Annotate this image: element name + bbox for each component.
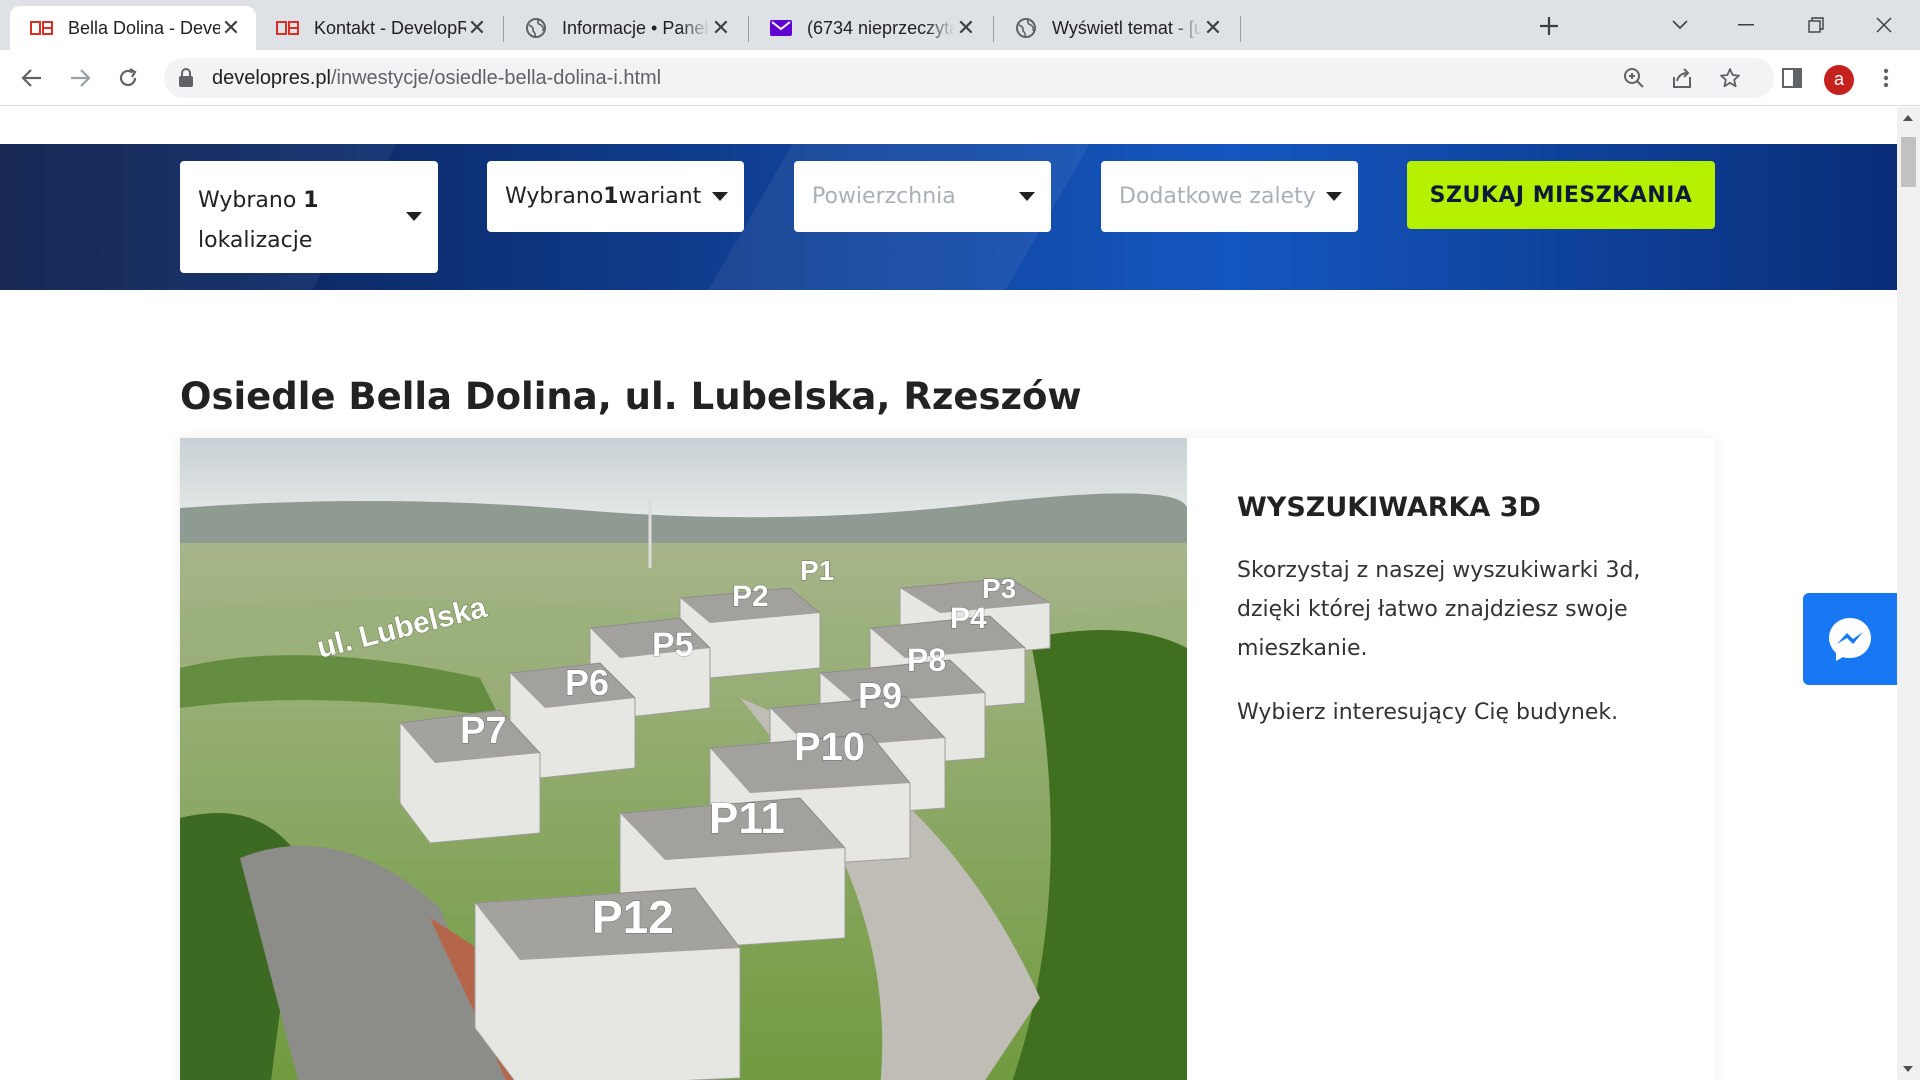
side-panel-icon [1782, 68, 1802, 88]
building-label-p12[interactable]: P12 [592, 891, 675, 944]
close-window-button[interactable] [1864, 8, 1904, 42]
building-label-p7[interactable]: P7 [460, 710, 507, 753]
tab-title: Informacje • Panel zarząd [562, 17, 710, 38]
building-label-p9[interactable]: P9 [858, 675, 903, 717]
chevron-down-icon [1672, 20, 1688, 30]
plus-icon [1540, 17, 1558, 35]
tab-separator [1240, 16, 1241, 42]
area-dropdown[interactable]: Powierzchnia [794, 161, 1051, 232]
share-icon[interactable] [1670, 66, 1694, 90]
browser-menu-button[interactable] [1872, 64, 1900, 92]
browser-toolbar: developres.pl/inwestycje/osiedle-bella-d… [0, 50, 1920, 106]
reload-icon [119, 68, 137, 87]
caret-down-icon [712, 192, 728, 201]
building-label-p2[interactable]: P2 [732, 580, 770, 614]
location-prefix: Wybrano [198, 188, 304, 213]
tab-wyswietl-temat[interactable]: Wyświetl temat - [ul. Lube ✕ [994, 6, 1238, 50]
tab-bella-dolina[interactable]: Bella Dolina - DevelopRes ✕ [10, 6, 256, 50]
scrollbar-thumb[interactable] [1901, 137, 1916, 187]
restore-icon [1808, 17, 1824, 33]
page-title: Osiedle Bella Dolina, ul. Lubelska, Rzes… [180, 375, 1082, 418]
developres-logo-icon [30, 16, 54, 40]
mail-icon [769, 16, 793, 40]
tab-title: (6734 nieprzeczytanych) - [807, 17, 955, 38]
profile-avatar[interactable]: a [1824, 65, 1854, 95]
variant-prefix: Wybrano [505, 184, 604, 209]
area-placeholder: Powierzchnia [812, 184, 956, 209]
url-path: /inwestycje/osiedle-bella-dolina-i.html [330, 67, 662, 89]
more-vertical-icon [1883, 68, 1889, 88]
search-3d-heading: WYSZUKIWARKA 3D [1237, 492, 1541, 523]
caret-down-icon [1019, 192, 1035, 201]
search-3d-instruction: Wybierz interesujący Cię budynek. [1237, 700, 1619, 725]
apartment-search-bar: Wybrano 1 lokalizacje Wybrano 1 wariant … [0, 144, 1897, 290]
tab-title: Wyświetl temat - [ul. Lube [1052, 17, 1202, 38]
tab-close-icon[interactable]: ✕ [466, 17, 488, 39]
tab-title: Bella Dolina - DevelopRes [68, 17, 220, 38]
messenger-chat-button[interactable] [1803, 593, 1897, 685]
building-label-p4[interactable]: P4 [950, 602, 988, 636]
extras-placeholder: Dodatkowe zalety [1119, 184, 1316, 209]
restore-button[interactable] [1796, 8, 1836, 42]
tab-title: Kontakt - DevelopRes [314, 17, 466, 38]
extras-dropdown[interactable]: Dodatkowe zalety [1101, 161, 1358, 232]
tab-mail[interactable]: (6734 nieprzeczytanych) - ✕ [749, 6, 991, 50]
search-apartments-button[interactable]: SZUKAJ MIESZKANIA [1407, 161, 1715, 229]
search-3d-panel: WYSZUKIWARKA 3D Skorzystaj z naszej wysz… [1237, 492, 1697, 757]
browser-tab-bar: Bella Dolina - DevelopRes ✕ Kontakt - De… [0, 0, 1920, 50]
reload-button[interactable] [110, 60, 146, 96]
arrow-right-icon [71, 69, 91, 87]
building-label-p6[interactable]: P6 [565, 662, 610, 704]
tab-kontakt[interactable]: Kontakt - DevelopRes ✕ [256, 6, 502, 50]
minimize-icon [1738, 24, 1754, 26]
building-label-p3[interactable]: P3 [982, 573, 1017, 605]
forward-button[interactable] [62, 60, 98, 96]
globe-icon [524, 16, 548, 40]
zoom-icon[interactable] [1622, 66, 1646, 90]
location-dropdown[interactable]: Wybrano 1 lokalizacje [180, 161, 438, 273]
caret-down-icon [406, 212, 422, 221]
address-bar[interactable]: developres.pl/inwestycje/osiedle-bella-d… [164, 58, 1774, 98]
variant-dropdown[interactable]: Wybrano 1 wariant [487, 161, 744, 232]
estate-3d-render[interactable]: ul. Lubelska P1 P2 P3 P4 P5 P6 P7 P8 P9 … [180, 438, 1187, 1080]
lock-icon [178, 68, 194, 93]
tab-search-button[interactable] [1660, 8, 1700, 42]
caret-down-icon [1326, 192, 1342, 201]
url-text: developres.pl/inwestycje/osiedle-bella-d… [212, 67, 661, 90]
developres-logo-icon [276, 16, 300, 40]
tab-close-icon[interactable]: ✕ [955, 17, 977, 39]
tab-close-icon[interactable]: ✕ [710, 17, 732, 39]
location-count: 1 [303, 188, 319, 213]
page-viewport: Wybrano 1 lokalizacje Wybrano 1 wariant … [0, 107, 1897, 1080]
page-scrollbar[interactable] [1897, 107, 1920, 1080]
scroll-up-icon[interactable] [1903, 115, 1913, 121]
globe-icon [1014, 16, 1038, 40]
bookmark-star-icon[interactable] [1718, 66, 1742, 90]
building-label-p8[interactable]: P8 [907, 642, 947, 679]
variant-suffix: wariant [618, 184, 702, 209]
minimize-button[interactable] [1726, 8, 1766, 42]
tab-close-icon[interactable]: ✕ [220, 17, 242, 39]
variant-count: 1 [603, 184, 619, 209]
close-icon [1876, 17, 1892, 33]
new-tab-button[interactable] [1532, 10, 1566, 44]
estate-aerial-illustration: ul. Lubelska P1 P2 P3 P4 P5 P6 P7 P8 P9 … [180, 438, 1187, 1080]
building-label-p11[interactable]: P11 [709, 794, 786, 844]
back-button[interactable] [14, 60, 50, 96]
side-panel-button[interactable] [1778, 64, 1806, 92]
building-label-p10[interactable]: P10 [794, 725, 866, 770]
location-suffix: lokalizacje [198, 228, 313, 253]
tab-panel-zarzadzania[interactable]: Informacje • Panel zarząd ✕ [504, 6, 746, 50]
tab-close-icon[interactable]: ✕ [1202, 17, 1224, 39]
url-domain: developres.pl [212, 67, 331, 89]
messenger-icon [1829, 618, 1871, 661]
investment-card: ul. Lubelska P1 P2 P3 P4 P5 P6 P7 P8 P9 … [180, 438, 1715, 1080]
scroll-down-icon[interactable] [1903, 1066, 1913, 1072]
building-label-p1[interactable]: P1 [800, 555, 835, 587]
search-3d-description: Skorzystaj z naszej wyszukiwarki 3d, dzi… [1237, 558, 1641, 661]
arrow-left-icon [21, 69, 41, 87]
building-label-p5[interactable]: P5 [652, 626, 695, 665]
